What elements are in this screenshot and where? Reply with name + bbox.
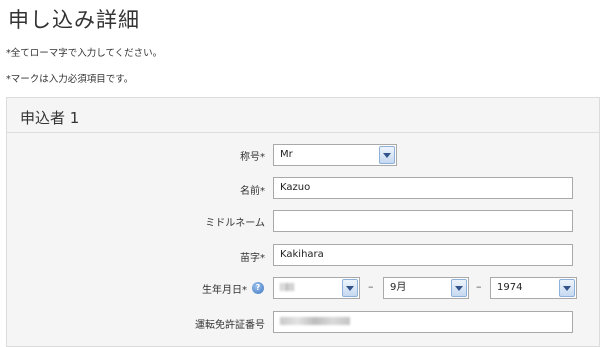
first-name-label: 名前* [240, 186, 265, 197]
dob-separator: – [368, 280, 374, 293]
applicant-section-title: 申込者 1 [20, 109, 80, 127]
chevron-down-icon[interactable] [342, 279, 358, 297]
help-icon[interactable]: ? [252, 282, 264, 294]
last-name-value: Kakihara [280, 249, 324, 260]
chevron-down-icon[interactable] [451, 279, 467, 297]
license-redacted [280, 317, 350, 325]
dob-separator: – [476, 280, 482, 293]
title-select[interactable]: Mr [273, 144, 397, 166]
first-name-field[interactable]: Kazuo [273, 177, 573, 199]
middle-name-field[interactable] [273, 210, 573, 232]
dob-year-value: 1974 [497, 282, 523, 293]
section-divider [7, 132, 599, 133]
page-title: 申し込み詳細 [8, 8, 140, 32]
last-name-field[interactable]: Kakihara [273, 244, 573, 266]
dob-label: 生年月日* [202, 285, 247, 296]
license-field[interactable] [273, 311, 573, 333]
dob-day-select[interactable] [273, 277, 360, 299]
dob-month-select[interactable]: 9月 [383, 277, 469, 299]
dob-month-value: 9月 [390, 282, 407, 293]
chevron-down-icon[interactable] [559, 279, 575, 297]
romaji-note: *全てローマ字で入力してください。 [6, 48, 163, 59]
title-label: 称号* [240, 152, 265, 163]
chevron-down-icon[interactable] [379, 146, 395, 164]
dob-day-redacted [280, 283, 294, 291]
dob-year-select[interactable]: 1974 [490, 277, 577, 299]
license-label: 運転免許証番号 [195, 320, 265, 331]
middle-name-label: ミドルネーム [205, 218, 265, 229]
first-name-value: Kazuo [280, 182, 311, 193]
required-note: *マークは入力必須項目です。 [6, 74, 134, 85]
last-name-label: 苗字* [240, 253, 265, 264]
title-select-value: Mr [280, 149, 293, 160]
